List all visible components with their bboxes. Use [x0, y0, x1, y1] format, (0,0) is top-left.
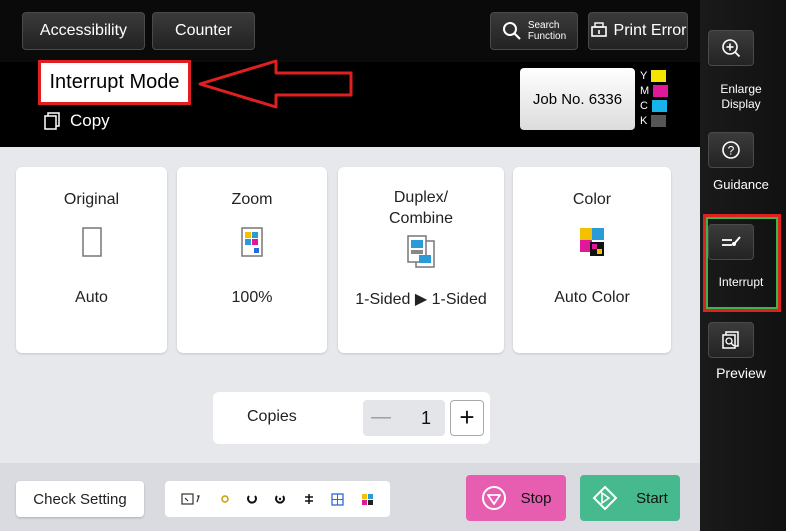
guidance-label: Guidance	[713, 177, 769, 192]
search-icon	[502, 22, 521, 40]
adjust-icon	[304, 494, 313, 504]
enlarge-label-line1: Enlarge	[720, 82, 762, 96]
toner-y: Y	[640, 68, 680, 83]
zoom-card[interactable]: Zoom 100%	[177, 167, 327, 353]
start-button[interactable]: Start	[580, 475, 680, 521]
check-setting-button[interactable]: Check Setting	[16, 481, 144, 517]
accessibility-label: Accessibility	[39, 22, 128, 39]
copies-panel: Copies — 1 +	[213, 392, 490, 444]
original-title: Original	[63, 191, 120, 208]
toner-k: K	[640, 113, 680, 128]
color-value: Auto Color	[554, 289, 630, 306]
stop-button[interactable]: Stop	[466, 475, 566, 521]
job-number-button[interactable]: Job No. 6336	[520, 68, 635, 130]
interrupt-button[interactable]	[708, 224, 754, 260]
interrupt-mode-label: Interrupt Mode	[38, 60, 191, 105]
enlarge-display-button[interactable]	[708, 30, 754, 66]
counter-label: Counter	[175, 22, 232, 39]
duplex-title-line1: Duplex/	[393, 189, 449, 206]
job-number-text: Job No. 6336	[532, 90, 623, 108]
toner-m: M	[640, 83, 680, 98]
search-label-line2: Function	[527, 31, 567, 42]
annotation-arrow-icon	[198, 59, 353, 109]
start-icon	[592, 485, 618, 511]
rotate-alt-icon	[275, 495, 286, 504]
copies-minus-button[interactable]: —	[371, 406, 391, 429]
preview-label: Preview	[716, 365, 766, 381]
stop-icon	[481, 486, 506, 510]
duplex-combine-card[interactable]: Duplex/ Combine 1-Sided ▶ 1-Sided	[338, 167, 504, 353]
color-title: Color	[572, 191, 612, 208]
toner-levels: Y M C K	[640, 68, 680, 130]
enlarge-label-line2: Display	[721, 97, 761, 111]
color-icon	[580, 228, 604, 256]
zoom-in-icon	[722, 39, 741, 58]
original-value: Auto	[75, 289, 108, 306]
copy-main-area: Original Auto Zoom 100% Duplex/ Combine …	[0, 147, 700, 531]
printer-info-icon	[590, 22, 607, 37]
search-label-line1: Search	[527, 20, 560, 31]
color-grid-icon	[361, 493, 373, 505]
density-dot-icon	[220, 495, 229, 503]
color-card[interactable]: Color Auto Color	[513, 167, 671, 353]
check-setting-label: Check Setting	[33, 490, 127, 508]
copy-label-text: Copy	[70, 111, 110, 130]
original-document-icon	[81, 227, 102, 257]
guidance-button[interactable]: ?	[708, 132, 754, 168]
zoom-value: 100%	[231, 289, 273, 306]
preview-icon	[722, 331, 739, 349]
duplex-value: 1-Sided ▶ 1-Sided	[355, 291, 487, 308]
svg-text:?: ?	[728, 144, 735, 158]
print-error-label: Print Error	[613, 22, 687, 39]
accessibility-button[interactable]: Accessibility	[22, 12, 145, 50]
copies-plus-button[interactable]: +	[450, 400, 484, 436]
original-card[interactable]: Original Auto	[16, 167, 167, 353]
copies-stepper[interactable]: — 1	[363, 400, 445, 436]
grid-layout-icon	[331, 492, 344, 506]
print-error-button[interactable]: Print Error	[588, 12, 688, 50]
zoom-icon	[241, 227, 263, 257]
toner-c: C	[640, 98, 680, 113]
bottom-bar: Check Setting Stop Start	[0, 463, 700, 531]
copy-icon	[44, 112, 60, 130]
start-label: Start	[636, 489, 668, 507]
search-function-button[interactable]: Search Function	[490, 12, 578, 50]
top-toolbar: Accessibility Counter Search Function Pr…	[0, 0, 700, 62]
mode-label-text: Interrupt Mode	[49, 71, 180, 93]
side-panel: Enlarge Display ? Guidance Interrupt Pre…	[700, 0, 786, 531]
interrupt-icon	[722, 236, 741, 246]
help-icon: ?	[722, 141, 740, 159]
counter-button[interactable]: Counter	[152, 12, 255, 50]
rotate-icon	[247, 495, 258, 504]
duplex-icon	[407, 235, 435, 268]
copies-value: 1	[420, 408, 431, 428]
duplex-title-line2: Combine	[388, 210, 454, 227]
copy-function-label: Copy	[44, 111, 110, 131]
settings-icon-strip[interactable]	[165, 481, 390, 517]
zoom-title: Zoom	[231, 191, 273, 208]
interrupt-label: Interrupt	[718, 275, 764, 289]
preview-button[interactable]	[708, 322, 754, 358]
copies-label: Copies	[247, 408, 297, 425]
original-setting-icon	[181, 493, 201, 505]
stop-label: Stop	[520, 489, 552, 507]
